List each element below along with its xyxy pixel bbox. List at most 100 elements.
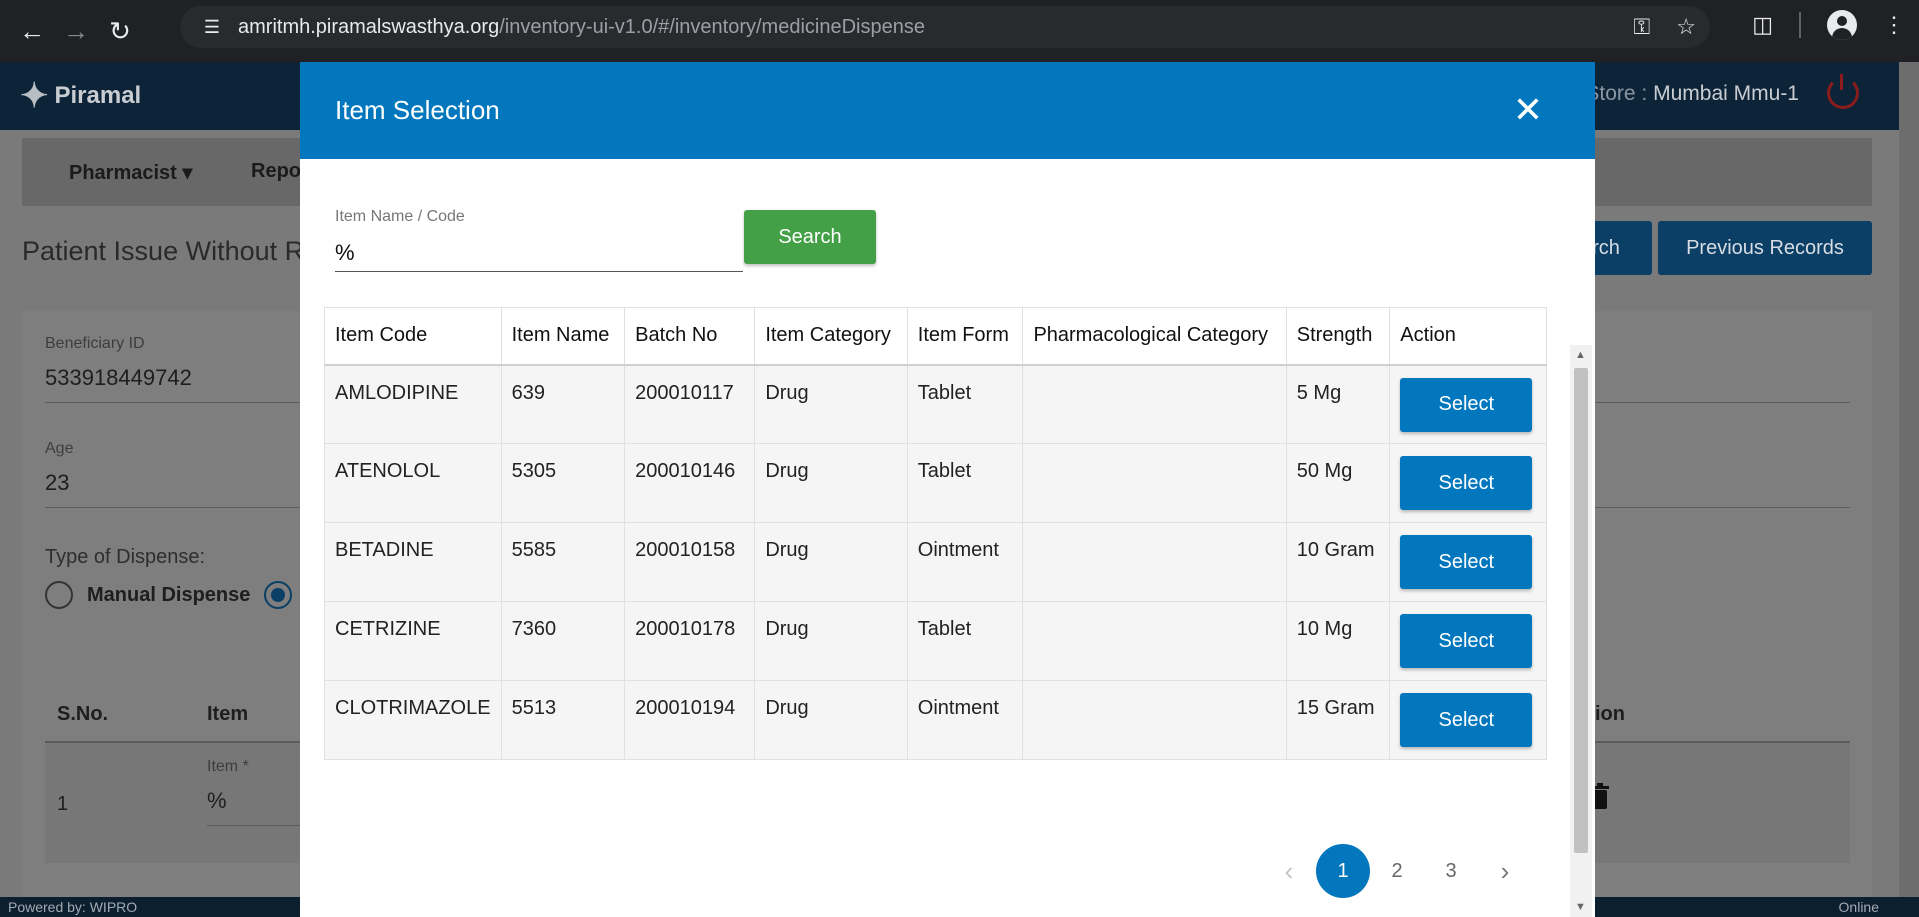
extensions-icon[interactable]: ◫	[1752, 12, 1773, 38]
cell-strength: 10 Gram	[1285, 522, 1391, 602]
cell-batch-no: 200010146	[624, 443, 756, 523]
chevron-right-icon[interactable]: ›	[1478, 844, 1532, 898]
item-field-value[interactable]: %	[207, 788, 227, 814]
chevron-left-icon[interactable]: ‹	[1262, 844, 1316, 898]
cell-batch-no: 200010117	[624, 364, 756, 444]
back-arrow-icon[interactable]: ←	[12, 11, 52, 51]
cell-item-code: AMLODIPINE	[324, 364, 502, 444]
select-button[interactable]: Select	[1400, 377, 1533, 432]
col-item-form: Item Form	[906, 307, 1024, 366]
cell-form: Tablet	[906, 364, 1024, 444]
beneficiary-id-value: 533918449742	[45, 365, 192, 390]
url-text: amritmh.piramalswasthya.org/inventory-ui…	[238, 15, 925, 38]
select-button[interactable]: Select	[1400, 456, 1533, 510]
cell-category: Drug	[754, 364, 908, 444]
table-row: AMLODIPINE 639 200010117 Drug Tablet 5 M…	[324, 364, 1547, 444]
col-pharmacological-category: Pharmacological Category	[1022, 307, 1287, 366]
cell-batch-no: 200010194	[624, 680, 756, 760]
col-item-code: Item Code	[324, 307, 502, 366]
browser-toolbar: ← → ↻ ☰ amritmh.piramalswasthya.org/inve…	[0, 0, 1919, 62]
col-action: Action	[1389, 307, 1547, 366]
key-icon[interactable]: ⚿	[1634, 14, 1651, 40]
page-1[interactable]: 1	[1316, 844, 1370, 898]
cell-item-code: CETRIZINE	[324, 601, 502, 681]
action-header: ion	[1595, 703, 1625, 725]
site-info-icon[interactable]: ☰	[192, 17, 232, 38]
profile-icon[interactable]	[1827, 10, 1857, 40]
col-strength: Strength	[1285, 307, 1391, 366]
close-icon[interactable]: ✕	[1513, 92, 1543, 128]
item-table: Item Code Item Name Batch No Item Catego…	[324, 307, 1547, 760]
cell-form: Ointment	[906, 680, 1024, 760]
cell-batch-no: 200010158	[624, 522, 756, 602]
cell-item-name: 5585	[500, 522, 626, 602]
star-icon[interactable]: ☆	[1676, 14, 1696, 40]
brand-logo: ✦ Piramal	[20, 77, 142, 115]
scroll-up-icon[interactable]: ▲	[1575, 349, 1586, 361]
cell-pharma-category	[1022, 522, 1287, 602]
field-underline	[207, 825, 302, 826]
sno-header: S.No.	[57, 703, 109, 725]
cell-strength: 5 Mg	[1285, 364, 1391, 444]
col-item-category: Item Category	[754, 307, 908, 366]
footer-status: Online	[1838, 899, 1879, 915]
row-sno: 1	[57, 793, 69, 815]
cell-form: Tablet	[906, 443, 1024, 523]
manual-dispense-label: Manual Dispense	[87, 584, 251, 606]
table-row: CETRIZINE 7360 200010178 Drug Tablet 10 …	[324, 601, 1547, 681]
item-search-input[interactable]	[335, 234, 743, 272]
cell-batch-no: 200010178	[624, 601, 756, 681]
item-search-label: Item Name / Code	[335, 208, 465, 225]
cell-form: Tablet	[906, 601, 1024, 681]
item-header: Item	[207, 703, 249, 725]
cell-action: Select	[1389, 443, 1547, 523]
age-value: 23	[45, 470, 70, 495]
cell-pharma-category	[1022, 443, 1287, 523]
page-title: Patient Issue Without Rx	[22, 236, 318, 266]
cell-item-name: 5305	[500, 443, 626, 523]
col-item-name: Item Name	[500, 307, 626, 366]
page-3[interactable]: 3	[1424, 844, 1478, 898]
scroll-down-icon[interactable]: ▼	[1575, 901, 1586, 913]
store-indicator: Store : Mumbai Mmu-1	[1585, 82, 1799, 105]
search-button[interactable]: Search	[744, 210, 876, 264]
cell-category: Drug	[754, 680, 908, 760]
cell-action: Select	[1389, 680, 1547, 760]
kebab-menu-icon[interactable]: ⋮	[1883, 12, 1905, 38]
power-icon[interactable]	[1827, 74, 1859, 109]
cell-form: Ointment	[906, 522, 1024, 602]
page-2[interactable]: 2	[1370, 844, 1424, 898]
cell-item-code: CLOTRIMAZOLE	[324, 680, 502, 760]
page-scrollbar[interactable]	[1899, 62, 1919, 897]
cell-category: Drug	[754, 522, 908, 602]
beneficiary-id-label: Beneficiary ID	[45, 335, 145, 352]
menu-pharmacist[interactable]: Pharmacist ▾	[69, 160, 192, 185]
scrollbar-thumb[interactable]	[1574, 368, 1588, 853]
item-field-label: Item *	[207, 758, 249, 775]
modal-title: Item Selection	[335, 95, 500, 125]
select-button[interactable]: Select	[1400, 693, 1533, 747]
table-row: CLOTRIMAZOLE 5513 200010194 Drug Ointmen…	[324, 680, 1547, 760]
cell-strength: 50 Mg	[1285, 443, 1391, 523]
col-batch-no: Batch No	[624, 307, 756, 366]
previous-records-button[interactable]: Previous Records	[1658, 221, 1872, 275]
pagination: ‹ 1 2 3 ›	[1262, 844, 1532, 898]
reload-icon[interactable]: ↻	[100, 11, 140, 51]
system-dispense-radio[interactable]	[264, 581, 292, 609]
cell-pharma-category	[1022, 601, 1287, 681]
toolbar-divider	[1799, 12, 1801, 38]
cell-pharma-category	[1022, 364, 1287, 444]
address-bar[interactable]: ☰ amritmh.piramalswasthya.org/inventory-…	[180, 6, 1710, 48]
manual-dispense-radio[interactable]	[45, 581, 73, 609]
cell-item-code: ATENOLOL	[324, 443, 502, 523]
cell-item-name: 5513	[500, 680, 626, 760]
cell-category: Drug	[754, 443, 908, 523]
select-button[interactable]: Select	[1400, 614, 1533, 668]
menu-reports[interactable]: Repo	[251, 160, 301, 183]
select-button[interactable]: Select	[1400, 535, 1533, 589]
modal-scrollbar[interactable]: ▲ ▼	[1570, 345, 1592, 917]
cell-action: Select	[1389, 364, 1547, 444]
forward-arrow-icon[interactable]: →	[56, 11, 96, 51]
table-row: BETADINE 5585 200010158 Drug Ointment 10…	[324, 522, 1547, 602]
cell-strength: 10 Mg	[1285, 601, 1391, 681]
